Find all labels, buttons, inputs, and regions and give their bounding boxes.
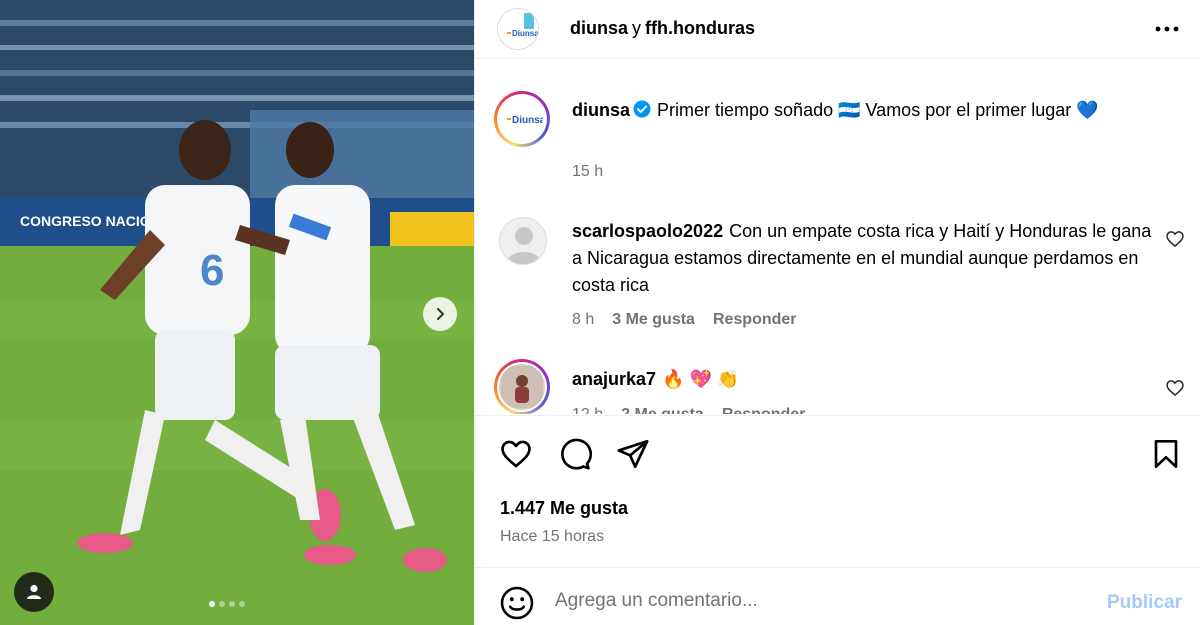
carousel-dot	[239, 601, 245, 607]
publish-button[interactable]: Publicar	[1107, 592, 1182, 614]
comment: scarlospaolo2022 Con un empate costa rica…	[572, 218, 1152, 299]
commenter-avatar[interactable]	[494, 359, 550, 414]
reply-button[interactable]: Responder	[722, 406, 806, 414]
svg-text:Diunsa: Diunsa	[512, 29, 539, 38]
like-comment-icon[interactable]	[1165, 229, 1185, 249]
author-avatar[interactable]: Diunsa	[497, 8, 539, 50]
comments-list[interactable]: Diunsa diunsa Primer tiempo soñado 🇭🇳 Vam…	[475, 60, 1200, 414]
caption-avatar[interactable]: Diunsa	[494, 91, 550, 147]
bookmark-icon	[1154, 440, 1178, 468]
svg-text:6: 6	[200, 246, 224, 295]
comment: anajurka7 🔥 💖 👏	[572, 366, 1152, 393]
more-options-button[interactable]	[1152, 14, 1182, 44]
verified-badge-icon	[633, 100, 651, 118]
comment-icon	[561, 438, 592, 470]
post-authors: diunsa y ffh.honduras	[570, 18, 755, 39]
heart-icon	[501, 440, 531, 468]
like-comment-icon[interactable]	[1165, 378, 1185, 398]
like-button[interactable]	[498, 436, 534, 472]
caption-meta: 15 h	[572, 163, 603, 181]
comment-button[interactable]	[557, 436, 593, 472]
post-panel: Diunsa diunsa y ffh.honduras Diunsa diunsa…	[474, 0, 1200, 625]
comment-meta: 8 h 3 Me gusta Responder	[572, 311, 797, 329]
post-actions: 1.447 Me gusta Hace 15 horas	[475, 415, 1200, 570]
carousel-next-button[interactable]	[423, 297, 457, 331]
reply-button[interactable]: Responder	[713, 311, 797, 329]
comment-input[interactable]	[555, 590, 1075, 612]
more-horizontal-icon	[1155, 26, 1179, 32]
comment-username[interactable]: anajurka7	[572, 369, 656, 389]
post-timestamp[interactable]: Hace 15 horas	[500, 528, 604, 546]
caption-username[interactable]: diunsa	[572, 100, 630, 120]
diunsa-logo: Diunsa	[507, 13, 539, 38]
author-username[interactable]: diunsa	[570, 18, 628, 38]
comment-likes[interactable]: 3 Me gusta	[612, 311, 695, 329]
commenter-avatar[interactable]	[499, 217, 547, 265]
user-icon	[27, 584, 41, 599]
comment-time[interactable]: 12 h	[572, 406, 603, 414]
caption: diunsa Primer tiempo soñado 🇭🇳 Vamos por …	[572, 97, 1162, 124]
diunsa-logo: Diunsa	[507, 115, 543, 126]
post-header: Diunsa diunsa y ffh.honduras	[475, 0, 1200, 59]
carousel-dot	[229, 601, 235, 607]
coauthor-username[interactable]: ffh.honduras	[645, 18, 755, 38]
tagged-users-button[interactable]	[14, 572, 54, 612]
emoji-icon[interactable]	[499, 585, 535, 621]
share-button[interactable]	[615, 436, 651, 472]
send-icon	[617, 439, 649, 469]
carousel-dot	[219, 601, 225, 607]
caption-text: Primer tiempo soñado 🇭🇳 Vamos por el pri…	[657, 100, 1099, 120]
save-button[interactable]	[1148, 436, 1184, 472]
carousel-dot	[209, 601, 215, 607]
football-photo: CONGRESO NACIONAL 6	[0, 0, 474, 625]
caption-time[interactable]: 15 h	[572, 163, 603, 181]
profile-photo	[501, 366, 543, 408]
comment-time[interactable]: 8 h	[572, 311, 594, 329]
post-image[interactable]: CONGRESO NACIONAL 6	[0, 0, 474, 625]
comment-text: 🔥 💖 👏	[662, 369, 740, 389]
author-connector: y	[632, 18, 642, 38]
comment-meta: 12 h 2 Me gusta Responder	[572, 406, 805, 414]
comment-likes[interactable]: 2 Me gusta	[621, 406, 704, 414]
likes-count[interactable]: 1.447 Me gusta	[500, 498, 628, 519]
comment-username[interactable]: scarlospaolo2022	[572, 221, 723, 241]
chevron-right-icon	[437, 308, 444, 320]
default-avatar-icon	[506, 227, 542, 264]
svg-text:Diunsa: Diunsa	[512, 115, 543, 126]
carousel-dots	[209, 601, 245, 607]
comment-composer: Publicar	[475, 567, 1200, 625]
